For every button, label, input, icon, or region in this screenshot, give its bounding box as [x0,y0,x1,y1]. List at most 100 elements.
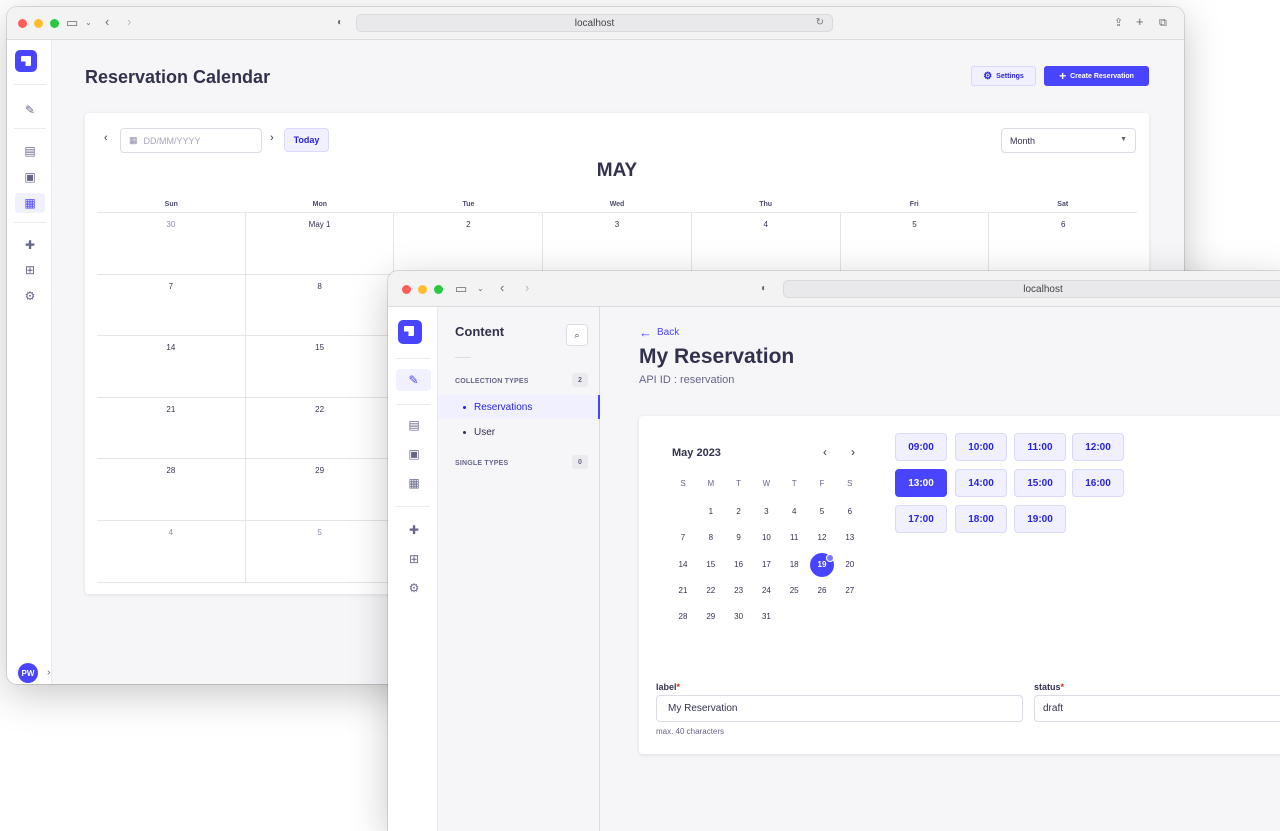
day-cell[interactable]: 5 [245,520,395,583]
day-cell[interactable]: 30 [97,213,246,275]
day-button[interactable]: 18 [782,553,806,577]
media-library-icon[interactable]: ▣ [20,167,40,187]
time-slot-button[interactable]: 18:00 [955,505,1007,533]
day-button[interactable]: 6 [838,500,862,524]
tabs-overview-icon[interactable]: ⧉ [1159,16,1167,30]
search-button[interactable]: ⌕ [566,324,588,346]
day-cell[interactable]: 5 [840,213,990,275]
settings-icon[interactable]: ⚙ [404,578,424,598]
time-slot-button[interactable]: 14:00 [955,469,1007,497]
time-slot-button[interactable]: 11:00 [1014,433,1066,461]
day-button[interactable]: 14 [671,553,695,577]
shield-icon[interactable]: ◐ [337,16,343,30]
reload-icon[interactable]: ↻ [816,17,824,28]
chevron-down-icon[interactable]: ⌄ [85,16,92,30]
zoom-button[interactable] [434,285,443,294]
day-button[interactable]: 2 [727,500,751,524]
day-button[interactable]: 12 [810,526,834,550]
time-slot-button[interactable]: 19:00 [1014,505,1066,533]
media-library-icon[interactable]: ▣ [404,444,424,464]
day-cell[interactable]: 6 [989,213,1138,275]
day-button[interactable]: 3 [754,500,778,524]
avatar[interactable]: PW [18,663,38,683]
day-button[interactable]: 27 [838,579,862,603]
marketplace-icon[interactable]: ⊞ [20,260,40,280]
day-button[interactable]: 20 [838,553,862,577]
day-cell[interactable]: 28 [97,459,246,521]
settings-button[interactable]: ⚙ Settings [971,66,1036,86]
forward-icon[interactable]: › [127,15,131,29]
status-input[interactable]: draft [1034,695,1280,722]
day-cell[interactable]: 4 [691,213,841,275]
calendar-icon[interactable]: ▦ [15,193,45,213]
day-button[interactable]: 24 [754,579,778,603]
day-button[interactable]: 25 [782,579,806,603]
day-cell[interactable]: 21 [97,397,246,460]
expand-nav-icon[interactable]: › [47,666,50,680]
view-select[interactable]: Month ▼ [1001,128,1136,153]
day-cell[interactable]: 3 [543,213,692,275]
chevron-down-icon[interactable]: ⌄ [477,282,484,296]
day-button[interactable]: 15 [699,553,723,577]
day-button[interactable]: 13 [838,526,862,550]
shield-icon[interactable]: ◐ [761,282,767,296]
sidebar-item-reservations[interactable]: Reservations [438,395,600,419]
address-bar[interactable]: localhost [783,280,1280,298]
day-cell[interactable]: 15 [245,336,395,398]
logo-icon[interactable] [15,50,37,72]
day-button[interactable]: 22 [699,579,723,603]
back-icon[interactable]: ‹ [105,15,109,29]
new-tab-icon[interactable]: + [1136,15,1144,29]
sidebar-toggle-icon[interactable]: ▭ [66,16,78,30]
settings-icon[interactable]: ⚙ [20,286,40,306]
calendar-icon[interactable]: ▦ [404,473,424,493]
sidebar-item-user[interactable]: User [438,420,600,444]
day-cell[interactable]: 8 [245,274,395,337]
time-slot-button[interactable]: 17:00 [895,505,947,533]
plugins-icon[interactable]: ✚ [20,235,40,255]
sidebar-toggle-icon[interactable]: ▭ [455,282,467,296]
marketplace-icon[interactable]: ⊞ [404,549,424,569]
day-cell[interactable]: 29 [245,459,395,521]
label-input[interactable]: My Reservation [656,695,1023,722]
logo-icon[interactable] [398,320,422,344]
forward-icon[interactable]: › [525,281,529,295]
day-button[interactable]: 21 [671,579,695,603]
time-slot-button[interactable]: 15:00 [1014,469,1066,497]
content-builder-icon[interactable]: ▤ [20,141,40,161]
today-button[interactable]: Today [284,128,329,152]
next-month-icon[interactable]: › [270,132,274,144]
create-reservation-button[interactable]: + Create Reservation [1044,66,1149,86]
day-button[interactable]: 8 [699,526,723,550]
day-cell[interactable]: May 1 [245,213,395,275]
day-button[interactable]: 10 [754,526,778,550]
back-link[interactable]: ← Back [639,325,679,340]
day-button[interactable]: 29 [699,605,723,629]
day-button[interactable]: 7 [671,526,695,550]
day-cell[interactable]: 2 [394,213,544,275]
close-button[interactable] [18,19,27,28]
day-button[interactable]: 9 [727,526,751,550]
time-slot-button[interactable]: 12:00 [1072,433,1124,461]
day-button[interactable]: 16 [727,553,751,577]
day-button[interactable]: 1 [699,500,723,524]
content-builder-icon[interactable]: ▤ [404,415,424,435]
date-input[interactable]: ▦ DD/MM/YYYY [120,128,262,153]
day-button[interactable]: 28 [671,605,695,629]
day-button[interactable]: 5 [810,500,834,524]
day-button[interactable]: 23 [727,579,751,603]
day-button[interactable]: 11 [782,526,806,550]
next-month-icon[interactable]: › [851,445,855,459]
day-button[interactable]: 30 [727,605,751,629]
minimize-button[interactable] [34,19,43,28]
time-slot-button[interactable]: 13:00 [895,469,947,497]
prev-month-icon[interactable]: ‹ [823,445,827,459]
minimize-button[interactable] [418,285,427,294]
content-manager-icon[interactable]: ✎ [396,369,431,391]
time-slot-button[interactable]: 10:00 [955,433,1007,461]
close-button[interactable] [402,285,411,294]
time-slot-button[interactable]: 09:00 [895,433,947,461]
day-button[interactable]: 26 [810,579,834,603]
back-icon[interactable]: ‹ [500,281,504,295]
address-bar[interactable]: localhost ↻ [356,14,833,32]
